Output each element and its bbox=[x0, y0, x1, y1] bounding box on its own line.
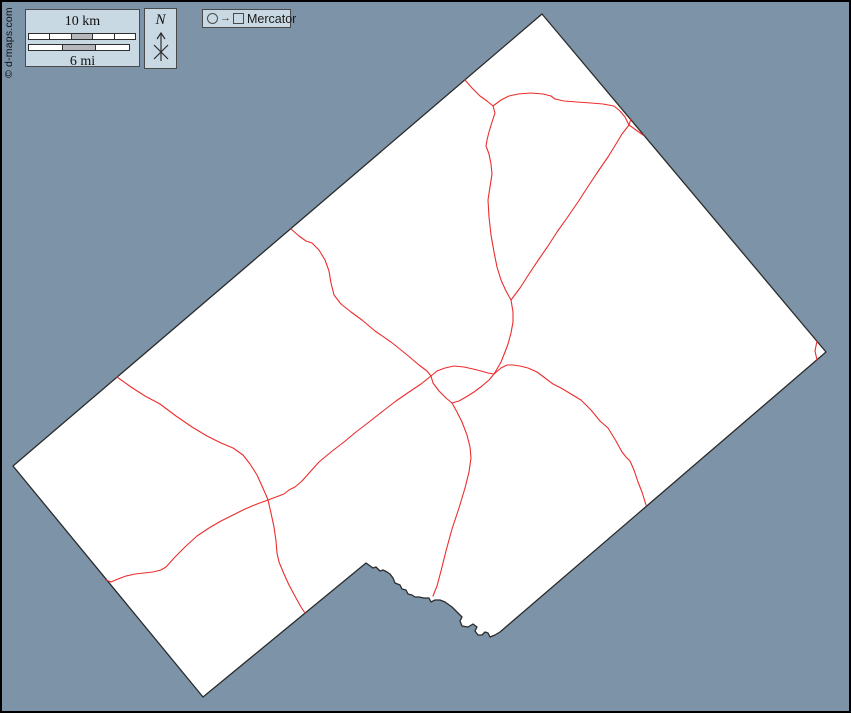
projection-arrow-icon: → bbox=[220, 13, 231, 24]
north-arrow-icon bbox=[150, 29, 172, 65]
scale-mi-label: 6 mi bbox=[26, 51, 139, 69]
projection-name: Mercator bbox=[247, 12, 296, 26]
map-square-icon bbox=[233, 13, 244, 24]
scale-segment-gray bbox=[62, 45, 96, 50]
scale-segment-gray bbox=[71, 34, 92, 39]
scale-segment-white bbox=[29, 45, 62, 50]
scale-km-label: 10 km bbox=[26, 10, 139, 29]
county-map bbox=[0, 0, 851, 713]
scale-segment-white bbox=[49, 34, 70, 39]
compass-north-label: N bbox=[145, 9, 176, 28]
globe-circle-icon bbox=[207, 13, 218, 24]
projection-panel: → Mercator bbox=[202, 9, 291, 28]
scale-segment-white bbox=[114, 34, 135, 39]
scale-segment-white bbox=[92, 34, 113, 39]
scale-segment-white bbox=[95, 45, 129, 50]
scale-mi-bar bbox=[28, 44, 130, 51]
scale-bar-panel: 10 km 6 mi bbox=[25, 9, 140, 67]
compass-panel: N bbox=[144, 8, 177, 69]
credit-text: © d-maps.com bbox=[3, 7, 15, 78]
scale-segment-white bbox=[29, 34, 49, 39]
map-canvas: © d-maps.com 10 km 6 mi N → Mercator bbox=[0, 0, 851, 713]
scale-km-bar bbox=[28, 33, 136, 40]
